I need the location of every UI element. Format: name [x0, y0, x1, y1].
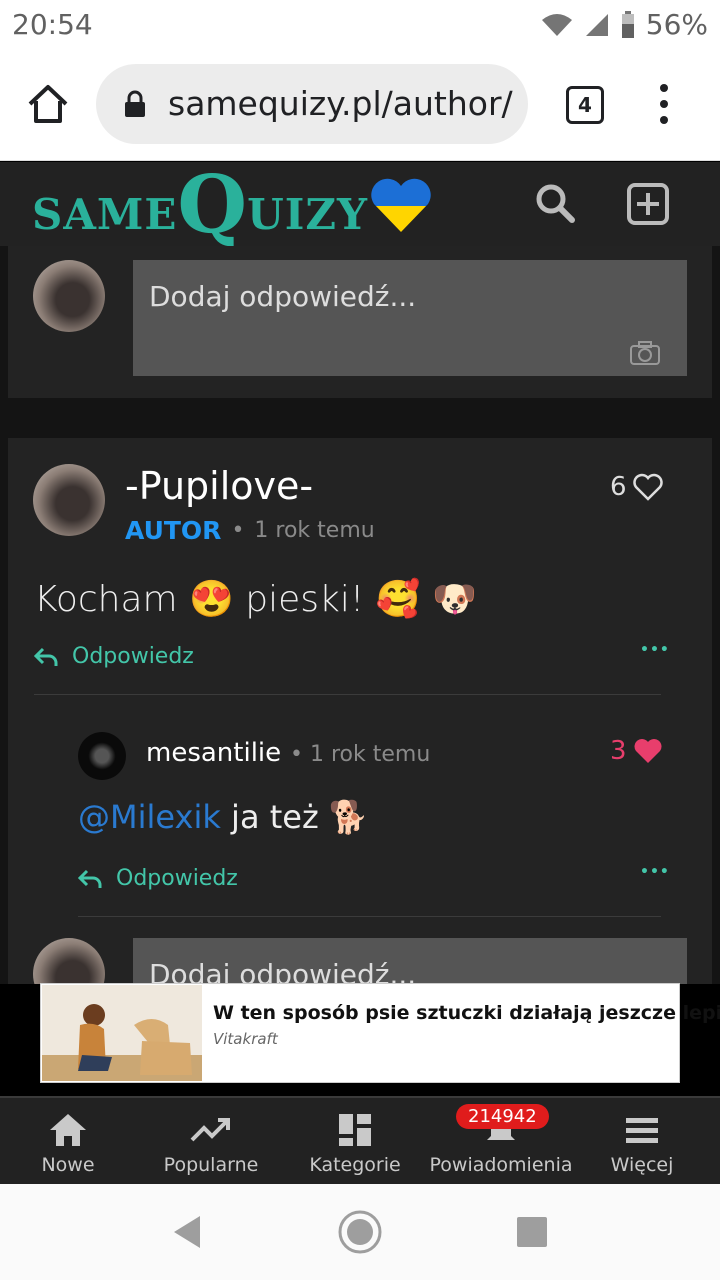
nav-label: Kategorie — [309, 1154, 401, 1176]
nav-wiecej[interactable]: Więcej — [604, 1112, 680, 1176]
avatar — [33, 260, 105, 332]
like-count: 6 — [610, 472, 627, 502]
reply-icon — [78, 869, 102, 888]
reply-reply-button[interactable]: Odpowiedz — [78, 866, 238, 891]
status-time: 20:54 — [12, 8, 93, 41]
reply-input-placeholder: Dodaj odpowiedź... — [149, 280, 417, 313]
reply-more-button[interactable]: ••• — [640, 864, 670, 880]
home-icon[interactable] — [26, 82, 70, 126]
reply-time: 1 rok temu — [309, 742, 431, 767]
comment-author[interactable]: -Pupilove- — [125, 464, 313, 508]
back-icon[interactable] — [170, 1214, 204, 1250]
logo-q: Q — [177, 157, 248, 251]
reply-text: @Milexik ja też 🐕 — [78, 798, 369, 836]
avatar — [33, 464, 105, 536]
ad-image — [42, 985, 202, 1081]
reply-label: Odpowiedz — [116, 866, 238, 891]
dog-photo-icon — [42, 985, 202, 1081]
trending-icon — [190, 1118, 230, 1142]
comment-card: -Pupilove- AUTOR • 1 rok temu 6 Kocham 😍… — [8, 438, 712, 984]
comment-more-button[interactable]: ••• — [640, 642, 670, 658]
comments-section: Dodaj odpowiedź... -Pupilove- AUTOR • 1 … — [0, 246, 720, 984]
add-quiz-icon[interactable] — [626, 182, 670, 226]
camera-icon[interactable] — [629, 340, 661, 366]
reply-card-top: Dodaj odpowiedź... — [8, 246, 712, 398]
reply-body: ja też 🐕 — [220, 798, 369, 836]
nav-popularne[interactable]: Popularne — [158, 1112, 264, 1176]
grid-icon — [339, 1114, 371, 1146]
reply-icon — [34, 647, 58, 666]
home-circle-icon[interactable] — [336, 1208, 384, 1256]
divider — [78, 916, 661, 917]
comment-time: 1 rok temu — [254, 518, 375, 543]
lock-icon — [125, 90, 145, 117]
browser-toolbar: samequizy.pl/author/ 4 — [0, 52, 720, 161]
heart-filled-icon — [634, 739, 662, 763]
reply-like-count: 3 — [610, 736, 627, 766]
logo-same: SAME — [32, 190, 178, 239]
home-icon — [50, 1114, 86, 1146]
reply-avatar — [78, 732, 126, 780]
reply-input[interactable]: Dodaj odpowiedź... — [133, 260, 687, 376]
system-nav — [0, 1184, 720, 1280]
menu-icon — [626, 1118, 658, 1143]
ad-title: W ten sposób psie sztuczki działają jesz… — [213, 1002, 720, 1024]
reply-author[interactable]: mesantilie — [146, 738, 281, 768]
notifications-badge: 214942 — [456, 1104, 549, 1129]
site-header: SAME Q UIZY — [0, 162, 720, 246]
author-badge: AUTOR — [125, 516, 222, 545]
nav-kategorie[interactable]: Kategorie — [306, 1112, 404, 1176]
battery-icon — [621, 10, 634, 38]
ad-banner[interactable]: W ten sposób psie sztuczki działają jesz… — [40, 983, 720, 1083]
divider — [34, 694, 661, 695]
reply-input-placeholder: Dodaj odpowiedź... — [149, 958, 417, 984]
ad-source: Vitakraft — [213, 1030, 278, 1048]
heart-outline-icon — [632, 473, 663, 501]
battery-level: 56% — [645, 8, 708, 41]
address-bar[interactable]: samequizy.pl/author/ — [96, 64, 528, 144]
site-logo[interactable]: SAME Q UIZY — [32, 157, 432, 251]
status-bar: 20:54 56% — [0, 0, 720, 52]
reply-input-bottom[interactable]: Dodaj odpowiedź... — [133, 938, 687, 984]
reply-meta: • 1 rok temu — [290, 742, 431, 767]
nav-nowe[interactable]: Nowe — [28, 1112, 108, 1176]
ukraine-heart-icon — [371, 178, 431, 233]
wifi-icon — [541, 13, 572, 36]
nav-label: Więcej — [610, 1154, 674, 1176]
recents-icon[interactable] — [516, 1216, 548, 1248]
nav-label: Powiadomienia — [429, 1154, 573, 1176]
reply-like-button[interactable]: 3 — [610, 736, 663, 766]
signal-icon — [585, 13, 608, 36]
comment-meta: AUTOR • 1 rok temu — [125, 516, 375, 545]
avatar — [33, 938, 105, 984]
more-vert-icon[interactable] — [656, 82, 672, 126]
url-text: samequizy.pl/author/ — [168, 84, 513, 123]
bottom-nav: Nowe Popularne Kategorie Powiadomienia 2… — [0, 1096, 720, 1186]
nav-label: Popularne — [163, 1154, 259, 1176]
search-icon[interactable] — [534, 182, 576, 224]
logo-uizy: UIZY — [247, 190, 369, 239]
comment-text: Kocham 😍 pieski! 🥰 🐶 — [34, 579, 477, 620]
tab-switcher-button[interactable]: 4 — [566, 86, 604, 124]
reply-label: Odpowiedz — [72, 644, 194, 669]
comment-reply-button[interactable]: Odpowiedz — [34, 644, 194, 669]
status-icons: 56% — [540, 8, 708, 41]
nav-label: Nowe — [41, 1154, 95, 1176]
comment-like-button[interactable]: 6 — [610, 472, 663, 502]
mention-link[interactable]: @Milexik — [78, 798, 221, 836]
